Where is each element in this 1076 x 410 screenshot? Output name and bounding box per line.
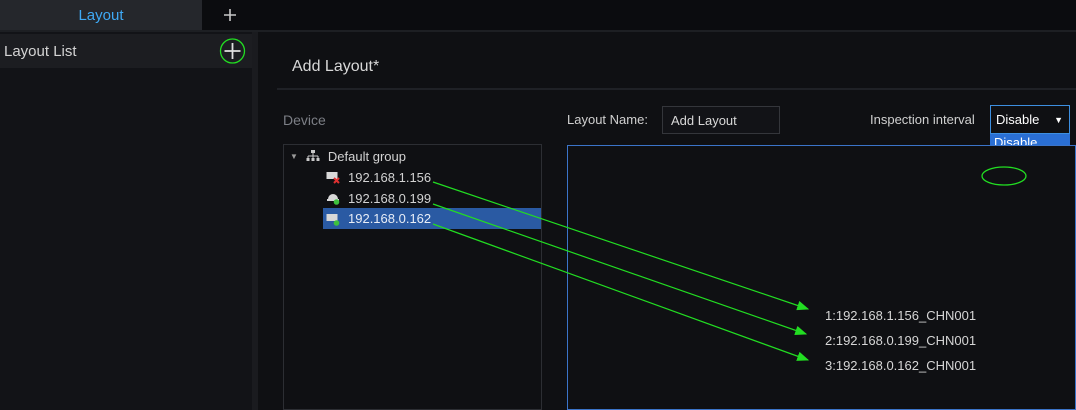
inspection-selected-value: Disable (996, 112, 1040, 127)
device-item-selected[interactable]: 192.168.0.162 (323, 208, 541, 229)
layout-list-title: Layout List (4, 42, 77, 60)
caret-down-icon: ▼ (1054, 114, 1063, 125)
layout-name-input[interactable] (662, 106, 780, 134)
plus-icon (224, 43, 241, 59)
tree-group-default[interactable]: ▼ Default group (290, 146, 406, 166)
layout-canvas[interactable] (567, 145, 1076, 410)
ipc-offline-icon (326, 172, 340, 184)
channel-label[interactable]: 1:192.168.1.156_CHN001 (825, 308, 976, 323)
add-tab-button[interactable] (210, 0, 250, 30)
tree-group-label: Default group (327, 148, 406, 164)
device-ip: 192.168.0.162 (348, 211, 432, 226)
network-group-icon (306, 150, 320, 161)
title-divider (277, 88, 1076, 90)
channel-label[interactable]: 3:192.168.0.162_CHN001 (825, 358, 976, 373)
sidebar (0, 32, 252, 410)
inspection-interval-label: Inspection interval (870, 112, 975, 127)
device-ip: 192.168.1.156 (348, 169, 432, 185)
device-item[interactable]: 192.168.1.156 (326, 167, 541, 187)
ipc-online-icon (326, 213, 340, 226)
add-layout-button[interactable] (219, 38, 246, 64)
caret-down-icon[interactable]: ▼ (290, 152, 298, 161)
sidebar-header: Layout List (0, 34, 252, 68)
dome-camera-online-icon (327, 194, 340, 205)
device-item[interactable]: 192.168.0.199 (326, 188, 541, 208)
device-section-label: Device (283, 112, 326, 128)
channel-label[interactable]: 2:192.168.0.199_CHN001 (825, 333, 976, 348)
tab-layout[interactable]: Layout (0, 0, 202, 30)
plus-icon (224, 9, 236, 21)
page-title: Add Layout* (292, 58, 380, 75)
inspection-interval-select[interactable]: Disable ▼ (990, 105, 1070, 134)
layout-name-label: Layout Name: (567, 112, 648, 127)
device-ip: 192.168.0.199 (348, 190, 432, 206)
